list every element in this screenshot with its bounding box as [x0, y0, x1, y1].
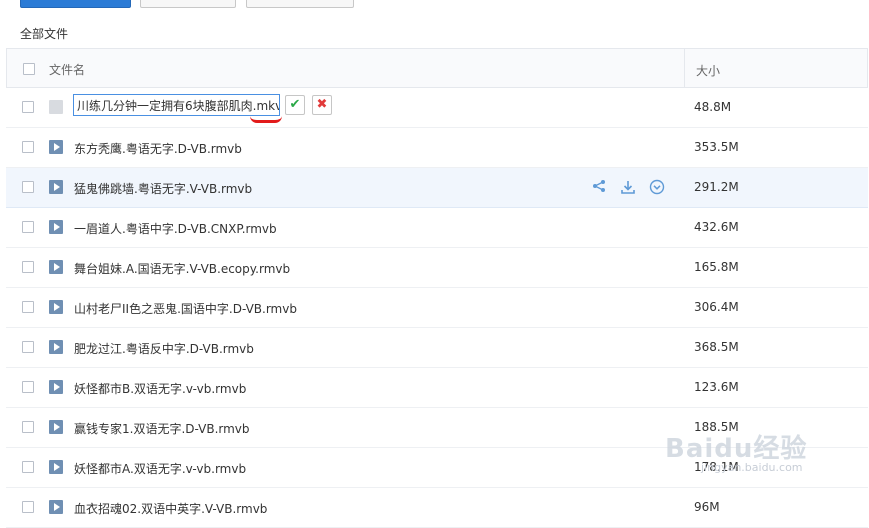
file-name-link[interactable]: 猛鬼佛跳墙.粤语无字.V-VB.rmvb [74, 180, 252, 197]
file-size: 353.5M [694, 140, 739, 154]
file-size: 96M [694, 500, 720, 514]
row-checkbox[interactable] [22, 261, 34, 273]
offline-download-button[interactable] [246, 0, 354, 8]
breadcrumb[interactable]: 全部文件 [20, 26, 68, 42]
video-file-icon [49, 340, 63, 354]
video-file-icon [49, 220, 63, 234]
table-row[interactable]: 山村老尸II色之恶鬼.国语中字.D-VB.rmvb 306.4M [6, 288, 868, 328]
upload-button[interactable] [20, 0, 131, 8]
file-size: 123.6M [694, 380, 739, 394]
row-checkbox[interactable] [22, 341, 34, 353]
table-row[interactable]: 肥龙过江.粤语反中字.D-VB.rmvb 368.5M [6, 328, 868, 368]
file-name-link[interactable]: 妖怪都市B.双语无字.v-vb.rmvb [74, 380, 246, 397]
confirm-rename-button[interactable]: ✔ [285, 95, 305, 115]
file-type-icon [49, 100, 63, 114]
file-size: 48.8M [694, 100, 732, 114]
row-checkbox[interactable] [22, 141, 34, 153]
row-checkbox[interactable] [22, 461, 34, 473]
table-row[interactable]: 血衣招魂02.双语中英字.V-VB.rmvb 96M [6, 488, 868, 528]
share-icon[interactable] [591, 179, 607, 195]
video-file-icon [49, 380, 63, 394]
table-row-editing[interactable]: 川练几分钟一定拥有6块腹部肌肉.mkv ✔ ✖ 48.8M [6, 88, 868, 128]
rename-input[interactable]: 川练几分钟一定拥有6块腹部肌肉.mkv [73, 94, 280, 116]
check-icon: ✔ [289, 97, 301, 112]
close-icon: ✖ [316, 97, 328, 112]
file-name-link[interactable]: 山村老尸II色之恶鬼.国语中字.D-VB.rmvb [74, 300, 297, 317]
video-file-icon [49, 420, 63, 434]
file-size: 306.4M [694, 300, 739, 314]
baidu-jingyan-watermark: Baidu经验 [665, 434, 808, 464]
table-row[interactable]: 妖怪都市B.双语无字.v-vb.rmvb 123.6M [6, 368, 868, 408]
file-size: 165.8M [694, 260, 739, 274]
table-row[interactable]: 舞台姐妹.A.国语无字.V-VB.ecopy.rmvb 165.8M [6, 248, 868, 288]
video-file-icon [49, 300, 63, 314]
red-underline-annotation [250, 116, 282, 123]
file-size: 368.5M [694, 340, 739, 354]
column-divider [684, 49, 685, 87]
row-checkbox[interactable] [22, 381, 34, 393]
row-checkbox[interactable] [22, 181, 34, 193]
file-name-link[interactable]: 血衣招魂02.双语中英字.V-VB.rmvb [74, 500, 267, 517]
cancel-rename-button[interactable]: ✖ [312, 95, 332, 115]
row-checkbox[interactable] [22, 501, 34, 513]
download-icon[interactable] [620, 179, 636, 195]
file-name-link[interactable]: 赢钱专家1.双语无字.D-VB.rmvb [74, 420, 250, 437]
row-checkbox[interactable] [22, 421, 34, 433]
column-header-size[interactable]: 大小 [696, 62, 720, 79]
video-file-icon [49, 180, 63, 194]
file-name-link[interactable]: 舞台姐妹.A.国语无字.V-VB.ecopy.rmvb [74, 260, 290, 277]
more-icon[interactable] [649, 179, 665, 195]
watermark-url: jingyan.baidu.com [701, 461, 803, 474]
file-name-link[interactable]: 一眉道人.粤语中字.D-VB.CNXP.rmvb [74, 220, 277, 237]
file-name-link[interactable]: 肥龙过江.粤语反中字.D-VB.rmvb [74, 340, 254, 357]
video-file-icon [49, 140, 63, 154]
table-row[interactable]: 猛鬼佛跳墙.粤语无字.V-VB.rmvb 291.2M [6, 168, 868, 208]
select-all-checkbox[interactable] [23, 63, 35, 75]
column-header-name[interactable]: 文件名 [49, 61, 85, 78]
row-checkbox[interactable] [22, 101, 34, 113]
video-file-icon [49, 500, 63, 514]
file-size: 291.2M [694, 180, 739, 194]
file-name-link[interactable]: 妖怪都市A.双语无字.v-vb.rmvb [74, 460, 246, 477]
row-checkbox[interactable] [22, 221, 34, 233]
toolbar [0, 0, 869, 12]
file-name-link[interactable]: 东方秃鹰.粤语无字.D-VB.rmvb [74, 140, 242, 157]
file-size: 432.6M [694, 220, 739, 234]
table-row[interactable]: 一眉道人.粤语中字.D-VB.CNXP.rmvb 432.6M [6, 208, 868, 248]
table-header: 文件名 大小 [6, 48, 868, 88]
row-checkbox[interactable] [22, 301, 34, 313]
table-row[interactable]: 东方秃鹰.粤语无字.D-VB.rmvb 353.5M [6, 128, 868, 168]
video-file-icon [49, 260, 63, 274]
new-folder-button[interactable] [140, 0, 236, 8]
video-file-icon [49, 460, 63, 474]
